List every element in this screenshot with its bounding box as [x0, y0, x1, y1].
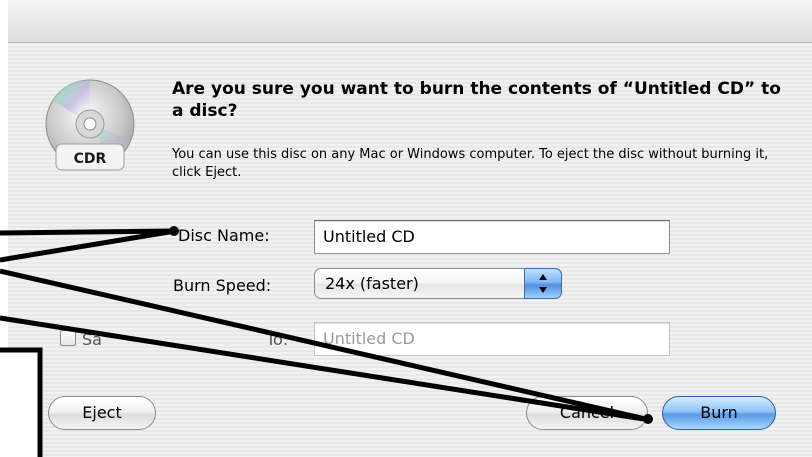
cancel-button[interactable]: Cancel [526, 396, 648, 430]
dialog-headline: Are you sure you want to burn the conten… [172, 79, 781, 121]
burn-speed-label: Burn Speed: [173, 276, 272, 295]
burn-speed-popup[interactable]: 24x (faster) [314, 268, 562, 299]
dialog-message: You can use this disc on any Mac or Wind… [172, 147, 769, 180]
save-burn-folder-field: Untitled CD [314, 322, 670, 356]
disc-name-label: Disc Name: [178, 226, 270, 245]
window-title-bar [8, 0, 812, 43]
screenshot-stage: CDR Are you sure you want to burn the co… [0, 0, 812, 457]
eject-button[interactable]: Eject [48, 396, 156, 430]
save-burn-folder-label-start: Sa [82, 330, 102, 349]
disc-name-field[interactable]: Untitled CD [314, 220, 670, 254]
cdr-disc-icon: CDR [45, 79, 135, 171]
cdr-label-text: CDR [74, 151, 107, 167]
popup-stepper-icon [524, 268, 562, 299]
save-burn-folder-label-end: To: [266, 330, 289, 349]
save-burn-folder-checkbox[interactable] [60, 330, 76, 346]
burn-speed-value: 24x (faster) [325, 274, 419, 293]
burn-button[interactable]: Burn [662, 396, 776, 430]
